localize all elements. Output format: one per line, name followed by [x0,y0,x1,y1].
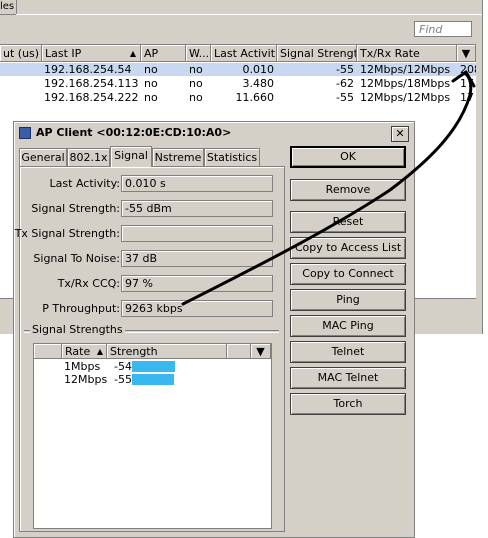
cell-signal-strength: -62 [336,77,354,90]
remove-button[interactable]: Remove [290,179,406,201]
signal-bar [132,374,174,385]
signal-to-noise-label: Signal To Noise: [33,252,120,265]
cell-wds: no [189,63,203,76]
last-activity-field: 0.010 s [121,175,273,192]
tab-nstreme[interactable]: Nstreme [152,148,204,166]
column-header-rate-label: Rate [65,345,91,358]
cell-ap: no [144,91,158,104]
row-selector-header [34,344,62,359]
find-input[interactable]: Find [414,21,472,37]
column-header-signal-strength[interactable]: Signal Strengt... [277,45,357,62]
last-activity-row: Last Activity: [20,175,120,192]
cell-last-activity: 11.660 [235,91,275,104]
close-icon[interactable]: ✕ [391,126,409,142]
background-tab[interactable]: les [0,0,17,15]
table-row[interactable]: 192.168.254.222 no no 11.660 -55 12Mbps/… [0,91,476,104]
tx-signal-strength-field [121,225,273,242]
cell-last-ip: 192.168.254.222 [44,91,139,104]
column-header-last-activity[interactable]: Last Activit... [211,45,277,62]
cell-tx-rx-rate: 12Mbps/12Mbps [360,63,451,76]
throughput-label: P Throughput: [42,302,120,315]
tab-general[interactable]: General [19,148,67,166]
torch-button[interactable]: Torch [290,393,406,415]
cell-strength: -55 [114,373,132,386]
signal-strength-field: -55 dBm [121,200,273,217]
cell-wds: no [189,91,203,104]
cell-truncated: 208 [460,63,476,76]
table-row[interactable]: 1Mbps -54 [34,360,271,373]
tx-signal-strength-label: Tx Signal Strength: [14,227,120,240]
last-activity-label: Last Activity: [49,177,120,190]
cell-tx-rx-rate: 12Mbps/12Mbps [360,91,451,104]
window-icon [19,127,31,139]
ccq-field: 97 % [121,275,273,292]
cell-rate: 1Mbps [64,360,101,373]
table-row[interactable]: 192.168.254.54 no no 0.010 -55 12Mbps/12… [0,63,476,76]
reset-button[interactable]: Reset [290,211,406,233]
ap-client-dialog: AP Client <00:12:0E:CD:10:A0> ✕ General … [13,121,415,538]
column-header-empty [227,344,251,359]
dialog-title: AP Client <00:12:0E:CD:10:A0> [36,126,232,139]
signal-strength-row: Signal Strength: [20,200,120,217]
ccq-label: Tx/Rx CCQ: [57,277,120,290]
column-chooser-dropdown-icon[interactable]: ▼ [457,45,476,62]
table-row[interactable]: 192.168.254.113 no no 3.480 -62 12Mbps/1… [0,77,476,90]
divider [16,14,482,15]
cell-signal-strength: -55 [336,63,354,76]
column-header-last-ip[interactable]: Last IP ▲ [42,45,141,62]
tx-signal-strength-row: Tx Signal Strength: [15,225,120,242]
signal-to-noise-row: Signal To Noise: [20,250,120,267]
tab-8021x[interactable]: 802.1x [67,148,110,166]
cell-last-activity: 3.480 [242,77,275,90]
column-header-uptime[interactable]: ut (us) [0,45,42,62]
cell-last-activity: 0.010 [242,63,275,76]
mac-ping-button[interactable]: MAC Ping [290,315,406,337]
signal-to-noise-field: 37 dB [121,250,273,267]
column-header-last-ip-label: Last IP [45,47,82,60]
signal-strengths-table: Rate ▲ Strength ▼ 1Mbps -54 12Mbps -55 [33,343,272,529]
column-header-wds[interactable]: W... [186,45,211,62]
tab-signal[interactable]: Signal [110,146,152,167]
column-header-tx-rx-rate[interactable]: Tx/Rx Rate [357,45,457,62]
cell-ap: no [144,63,158,76]
cell-signal-strength: -55 [336,91,354,104]
ping-button[interactable]: Ping [290,289,406,311]
throughput-row: P Throughput: [20,300,120,317]
ccq-row: Tx/Rx CCQ: [20,275,120,292]
copy-to-access-list-button[interactable]: Copy to Access List [290,237,406,259]
signal-bar [132,361,175,372]
signal-strengths-group-label: Signal Strengths [30,323,125,336]
column-header-ap[interactable]: AP [141,45,186,62]
sort-ascending-icon: ▲ [129,49,136,58]
signal-strength-label: Signal Strength: [31,202,120,215]
cell-wds: no [189,77,203,90]
copy-to-connect-list-button[interactable]: Copy to Connect List [290,263,406,300]
table-row[interactable]: 12Mbps -55 [34,373,271,386]
cell-last-ip: 192.168.254.54 [44,63,132,76]
cell-rate: 12Mbps [64,373,108,386]
cell-ap: no [144,77,158,90]
cell-last-ip: 192.168.254.113 [44,77,139,90]
background-tab-label: les [0,1,15,12]
tab-statistics[interactable]: Statistics [204,148,260,166]
cell-truncated: 17 [460,77,474,90]
throughput-field: 9263 kbps [121,300,273,317]
cell-strength: -54 [114,360,132,373]
signal-panel: Last Activity: 0.010 s Signal Strength: … [15,166,285,532]
cell-tx-rx-rate: 12Mbps/18Mbps [360,77,451,90]
mac-telnet-button[interactable]: MAC Telnet [290,367,406,389]
column-header-rate[interactable]: Rate ▲ [62,344,107,359]
column-chooser-dropdown-icon[interactable]: ▼ [251,344,271,359]
ok-button[interactable]: OK [290,146,406,168]
sort-ascending-icon: ▲ [96,347,103,356]
column-header-strength[interactable]: Strength [107,344,227,359]
dialog-title-bar[interactable]: AP Client <00:12:0E:CD:10:A0> ✕ [16,124,412,142]
telnet-button[interactable]: Telnet [290,341,406,363]
cell-truncated: 17 [460,91,474,104]
